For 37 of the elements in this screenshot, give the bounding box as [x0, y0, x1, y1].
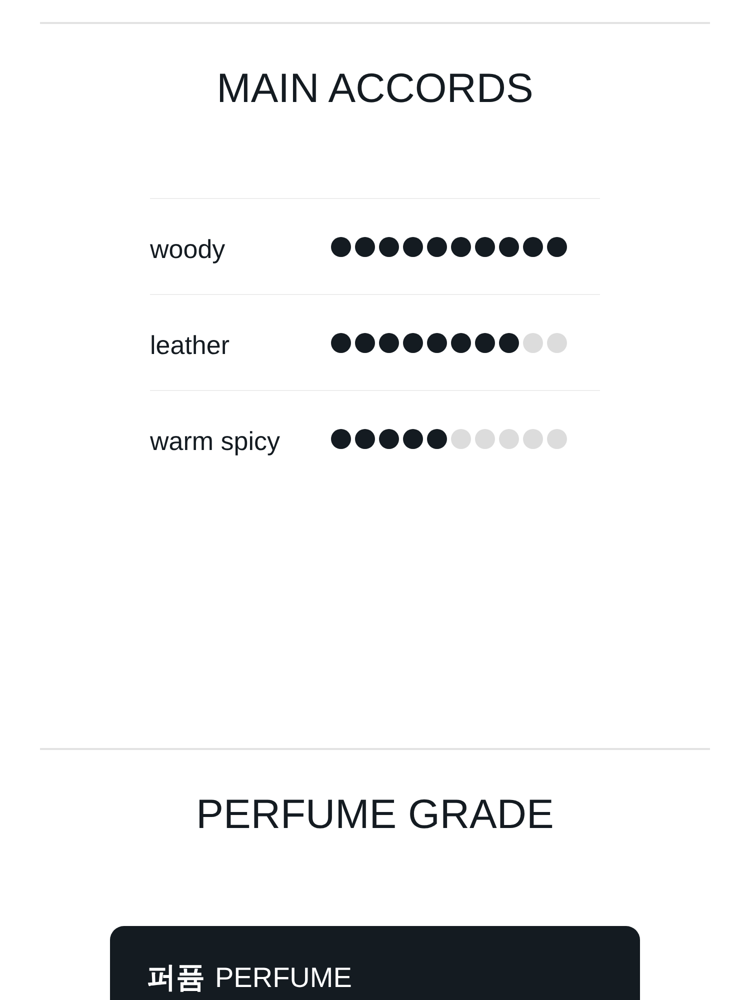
accord-name: warm spicy	[150, 425, 282, 457]
accord-name: woody	[150, 233, 226, 265]
filled-dot-icon	[427, 332, 447, 352]
empty-dot-icon	[523, 428, 543, 448]
filled-dot-icon	[379, 236, 399, 256]
filled-dot-icon	[475, 332, 495, 352]
section-title: MAIN ACCORDS	[216, 64, 534, 113]
filled-dot-icon	[403, 428, 423, 448]
filled-dot-icon	[379, 332, 399, 352]
filled-dot-icon	[499, 332, 519, 352]
filled-dot-icon	[427, 428, 447, 448]
empty-dot-icon	[547, 332, 567, 352]
empty-dot-icon	[499, 428, 519, 448]
filled-dot-icon	[355, 428, 375, 448]
filled-dot-icon	[427, 236, 447, 256]
filled-dot-icon	[355, 236, 375, 256]
filled-dot-icon	[379, 428, 399, 448]
section-title: PERFUME GRADE	[195, 790, 555, 839]
filled-dot-icon	[403, 236, 423, 256]
empty-dot-icon	[475, 428, 495, 448]
accord-name: leather	[150, 329, 230, 361]
empty-dot-icon	[523, 332, 543, 352]
empty-dot-icon	[451, 428, 471, 448]
filled-dot-icon	[451, 332, 471, 352]
filled-dot-icon	[451, 236, 471, 256]
filled-dot-icon	[331, 332, 351, 352]
filled-dot-icon	[403, 332, 423, 352]
filled-dot-icon	[355, 332, 375, 352]
grade-korean-label: 퍼퓸	[147, 959, 205, 996]
grade-label: PERFUME	[215, 961, 352, 995]
filled-dot-icon	[475, 236, 495, 256]
filled-dot-icon	[547, 236, 567, 256]
filled-dot-icon	[331, 236, 351, 256]
filled-dot-icon	[523, 236, 543, 256]
filled-dot-icon	[499, 236, 519, 256]
empty-dot-icon	[547, 428, 567, 448]
filled-dot-icon	[331, 428, 351, 448]
